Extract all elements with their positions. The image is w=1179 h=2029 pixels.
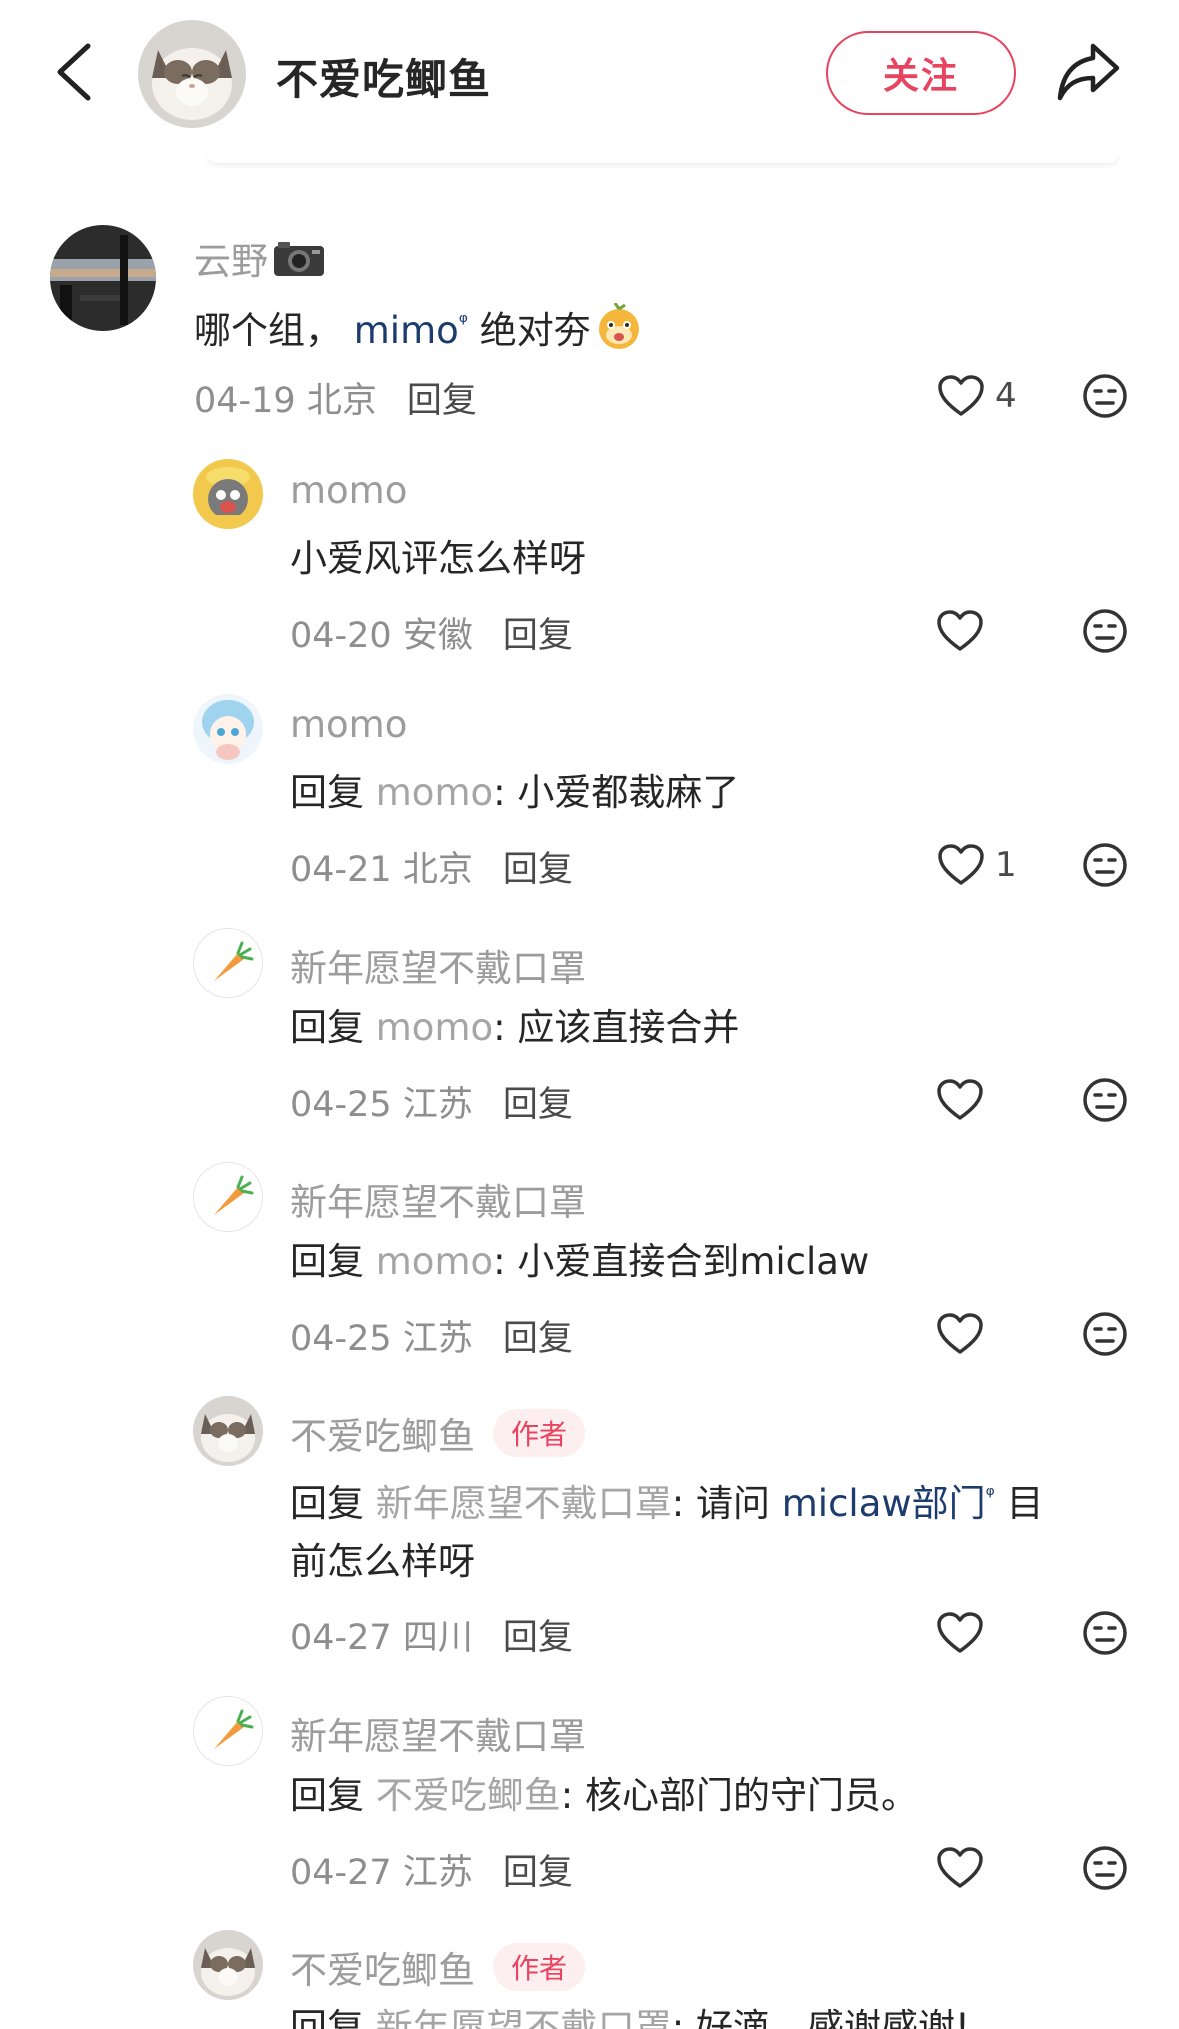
emoji-reaction-icon[interactable] [1081, 841, 1129, 889]
reply-to-username[interactable]: 不爱吃鲫鱼 [376, 1774, 561, 1817]
comment-meta: 04-20 安徽 回复 [290, 616, 573, 656]
mimo-topic-link[interactable]: mimoᵠ [354, 309, 468, 352]
emoji-reaction-icon[interactable] [1081, 1310, 1129, 1358]
author-name[interactable]: 不爱吃鲫鱼 [276, 46, 491, 107]
like-button[interactable] [936, 607, 984, 655]
like-button[interactable] [936, 1609, 984, 1657]
author-avatar[interactable] [193, 1396, 263, 1466]
heart-icon [937, 1313, 983, 1354]
share-icon[interactable] [1055, 38, 1123, 104]
reply-button[interactable]: 回复 [503, 1853, 573, 1893]
emoji-reaction-icon[interactable] [1081, 1844, 1129, 1892]
comment-text: 小爱风评怎么样呀 [290, 537, 586, 580]
comment-meta: 04-19 北京 回复 [194, 372, 477, 423]
like-count: 4 [995, 376, 1017, 416]
username[interactable]: 新年愿望不戴口罩 [290, 1172, 586, 1226]
like-button[interactable] [936, 1076, 984, 1124]
comment-text-line2: 前怎么样呀 [290, 1540, 475, 1583]
like-button[interactable] [936, 1844, 984, 1892]
like-button[interactable]: 1 [937, 841, 1017, 889]
back-chevron-icon[interactable] [50, 40, 100, 104]
reply-button[interactable]: 回复 [503, 616, 573, 656]
heart-icon [938, 844, 984, 885]
user-avatar[interactable] [50, 225, 156, 331]
like-button[interactable] [936, 1310, 984, 1358]
reply-to-username[interactable]: momo [376, 771, 493, 814]
heart-icon [937, 1847, 983, 1888]
comment-meta: 04-27 四川 回复 [290, 1618, 573, 1658]
comment-meta: 04-25 江苏 回复 [290, 1085, 573, 1125]
follow-button[interactable]: 关注 [826, 31, 1016, 115]
reply-to-username[interactable]: momo [376, 1240, 493, 1283]
username[interactable]: 不爱吃鲫鱼 作者 [290, 1406, 586, 1460]
miclaw-topic-link[interactable]: miclaw部门ᵠ [782, 1482, 995, 1525]
emoji-reaction-icon[interactable] [1081, 1609, 1129, 1657]
comment-meta: 04-27 江苏 回复 [290, 1853, 573, 1893]
author-badge: 作者 [493, 1943, 586, 1991]
emoji-reaction-icon[interactable] [1081, 372, 1129, 420]
reply-to-username[interactable]: momo [376, 1006, 493, 1049]
reply-button[interactable]: 回复 [503, 1319, 573, 1359]
comment-text: 回复 momo: 小爱都裁麻了 [290, 771, 740, 814]
comment-meta: 04-21 北京 回复 [290, 850, 573, 890]
camera-emoji-icon [274, 242, 324, 276]
emoji-reaction-icon[interactable] [1081, 1076, 1129, 1124]
reply-to-username[interactable]: 新年愿望不戴口罩 [376, 2006, 672, 2029]
username[interactable]: 新年愿望不戴口罩 [290, 938, 586, 992]
comment-text: 回复 新年愿望不戴口罩: 请问 miclaw部门ᵠ 目 [290, 1482, 1044, 1525]
reply-to-username[interactable]: 新年愿望不戴口罩 [376, 1482, 672, 1525]
carrot-avatar[interactable] [193, 1696, 263, 1766]
author-avatar[interactable] [193, 1930, 263, 2000]
like-count: 1 [995, 845, 1017, 885]
user-avatar[interactable] [193, 694, 263, 764]
heart-icon [937, 1612, 983, 1653]
like-button[interactable]: 4 [937, 372, 1017, 420]
reply-button[interactable]: 回复 [503, 850, 573, 890]
carrot-avatar[interactable] [193, 1162, 263, 1232]
comment-text: 回复 不爱吃鲫鱼: 核心部门的守门员。 [290, 1774, 918, 1817]
carrot-avatar[interactable] [193, 928, 263, 998]
comment-text: 哪个组， mimoᵠ 绝对夯 [194, 291, 643, 363]
reply-button[interactable]: 回复 [503, 1618, 573, 1658]
comment-text: 回复 momo: 应该直接合并 [290, 1006, 740, 1049]
reply-button[interactable]: 回复 [407, 381, 477, 421]
username-text: 云野 [194, 240, 268, 283]
comment-text: 回复 新年愿望不戴口罩: 好滴，感谢感谢! [290, 1996, 970, 2029]
comment-date: 04-19 [194, 381, 296, 421]
top-bar: 不爱吃鲫鱼 关注 [0, 0, 1179, 150]
heart-icon [937, 610, 983, 651]
header-divider [205, 150, 1121, 164]
heart-icon [938, 375, 984, 416]
author-badge: 作者 [493, 1409, 586, 1457]
username[interactable]: momo [290, 469, 407, 512]
comment-location: 北京 [306, 381, 377, 421]
username[interactable]: momo [290, 703, 407, 746]
reply-button[interactable]: 回复 [503, 1085, 573, 1125]
user-avatar[interactable] [193, 459, 263, 529]
username[interactable]: 不爱吃鲫鱼 作者 [290, 1940, 586, 1994]
emoji-sticker-icon [598, 302, 639, 349]
comment-meta: 04-25 江苏 回复 [290, 1319, 573, 1359]
author-avatar[interactable] [138, 20, 246, 128]
username[interactable]: 云野 [194, 231, 326, 285]
heart-icon [937, 1079, 983, 1120]
emoji-reaction-icon[interactable] [1081, 607, 1129, 655]
username[interactable]: 新年愿望不戴口罩 [290, 1706, 586, 1760]
comment-text: 回复 momo: 小爱直接合到miclaw [290, 1240, 870, 1283]
